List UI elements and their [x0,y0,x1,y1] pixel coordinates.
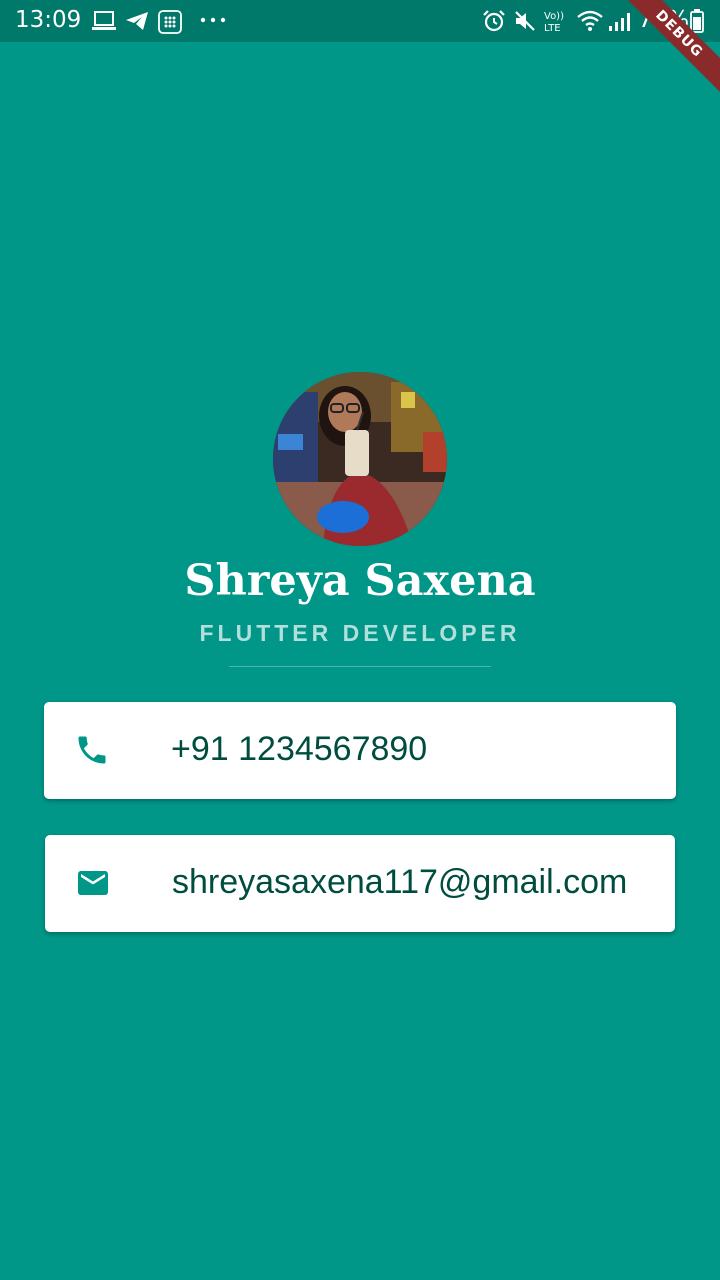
mute-icon [515,11,535,31]
more-dots-icon[interactable] [200,16,226,24]
laptop-icon [92,11,116,30]
svg-text:LTE: LTE [544,23,561,34]
email-address[interactable]: shreyasaxena117@gmail.com [172,863,627,902]
wifi-icon [577,10,603,31]
profile-photo [273,372,447,546]
svg-text:Vo)): Vo)) [544,11,564,22]
app-grid-icon [158,10,182,34]
email-card[interactable]: shreyasaxena117@gmail.com [45,835,675,932]
volte-icon: Vo)) LTE [544,11,564,34]
profile-name: Shreya Saxena [184,556,536,606]
divider [229,666,491,667]
telegram-icon [126,12,148,30]
mail-icon [78,871,108,895]
phone-card[interactable]: +91 1234567890 [44,702,676,799]
status-time: 13:09 [15,7,82,33]
status-bar: 13:09 Vo)) LTE [0,0,720,42]
avatar [273,372,447,546]
profile-title: FLUTTER DEVELOPER [199,620,521,646]
phone-icon [78,736,106,764]
signal-icon [609,13,630,31]
alarm-icon [483,10,505,32]
phone-number[interactable]: +91 1234567890 [171,730,427,769]
